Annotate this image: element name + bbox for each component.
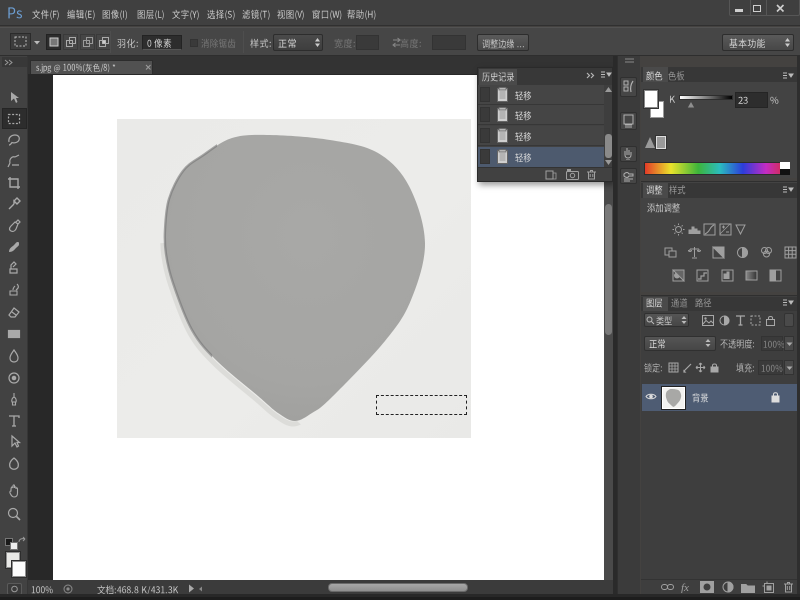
svg-text:fx: fx [681, 582, 689, 593]
